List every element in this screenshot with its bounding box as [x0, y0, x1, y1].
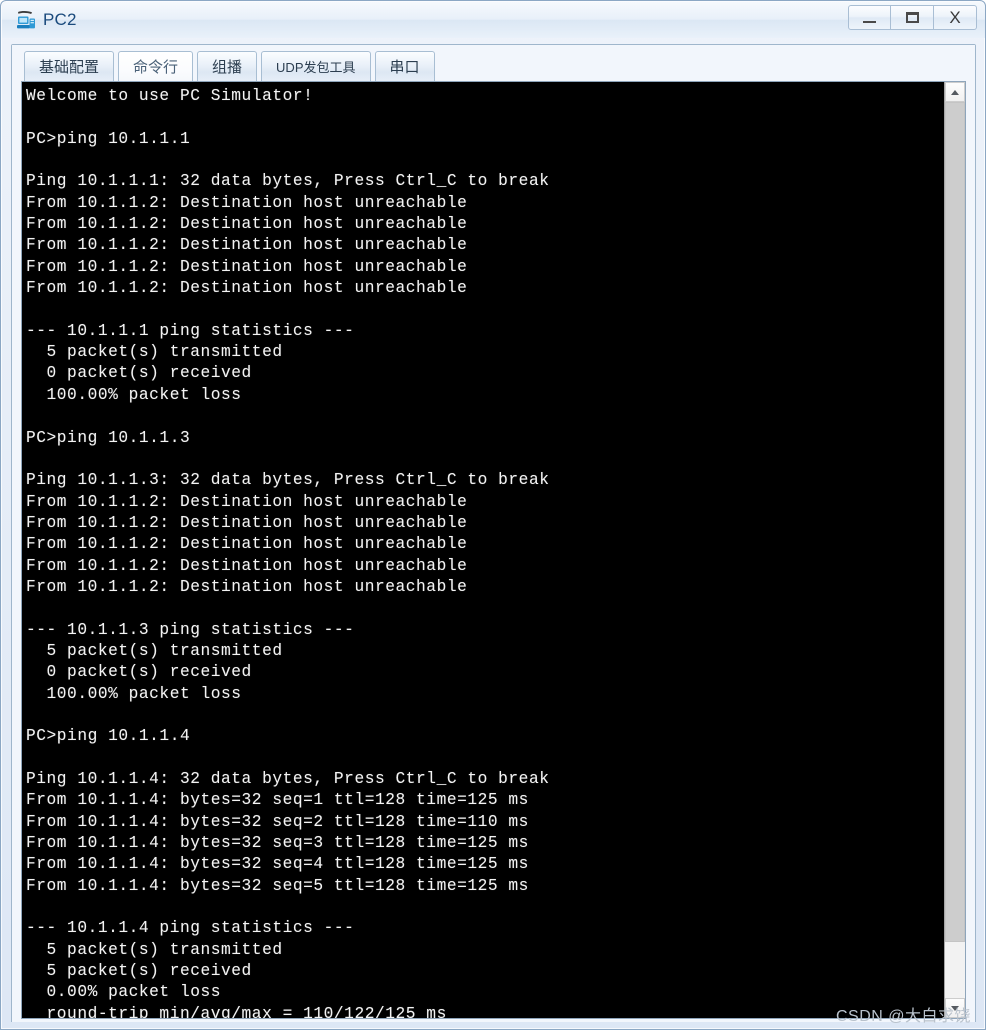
scrollbar-thumb[interactable]	[945, 102, 965, 942]
tab-serial-port[interactable]: 串口	[374, 51, 435, 81]
terminal-output[interactable]: Welcome to use PC Simulator! PC>ping 10.…	[22, 82, 944, 1018]
tab-command-line[interactable]: 命令行	[118, 51, 194, 81]
chevron-up-icon	[951, 89, 959, 95]
maximize-icon	[905, 12, 919, 23]
maximize-button[interactable]	[891, 5, 934, 30]
scroll-up-button[interactable]	[945, 82, 965, 102]
tab-udp-tool[interactable]: UDP发包工具	[261, 51, 371, 81]
client-area: 基础配置 命令行 组播 UDP发包工具 串口 Welcome to use PC…	[11, 44, 976, 1022]
pc-simulator-icon	[15, 9, 37, 31]
tab-strip: 基础配置 命令行 组播 UDP发包工具 串口	[12, 45, 975, 81]
pc-simulator-window: PC2 X 基础配置 命令行 组播 UDP发包工具 串口 Welcome to …	[0, 0, 986, 1030]
tab-label: 基础配置	[39, 59, 100, 76]
window-title: PC2	[43, 10, 77, 29]
terminal-panel: Welcome to use PC Simulator! PC>ping 10.…	[21, 81, 966, 1019]
minimize-icon	[863, 20, 876, 23]
chevron-down-icon	[951, 1005, 959, 1011]
title-bar: PC2 X	[2, 2, 985, 38]
close-button[interactable]: X	[934, 5, 977, 30]
tab-label: 命令行	[133, 59, 179, 76]
window-controls: X	[848, 5, 977, 30]
scroll-down-button[interactable]	[945, 998, 965, 1018]
scrollbar-track[interactable]	[945, 102, 965, 998]
tab-label: 组播	[212, 59, 243, 76]
tab-label: 串口	[389, 59, 420, 76]
vertical-scrollbar[interactable]	[944, 82, 965, 1018]
close-icon: X	[949, 8, 961, 27]
minimize-button[interactable]	[848, 5, 891, 30]
terminal-text: Welcome to use PC Simulator! PC>ping 10.…	[26, 87, 550, 1018]
tab-multicast[interactable]: 组播	[197, 51, 258, 81]
tab-basic-config[interactable]: 基础配置	[24, 51, 115, 81]
tab-label: UDP发包工具	[276, 60, 356, 75]
